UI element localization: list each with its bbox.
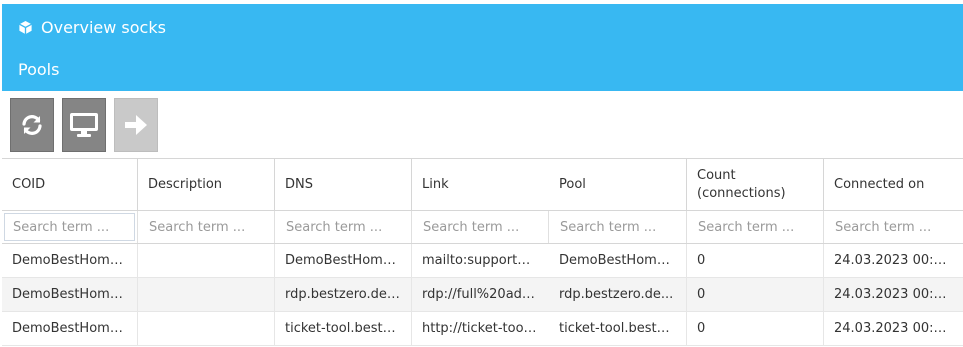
- arrow-right-icon: [123, 112, 149, 138]
- table-header: COID Description DNS Link Pool Count (co…: [2, 159, 963, 211]
- monitor-icon: [69, 112, 99, 138]
- refresh-button[interactable]: [10, 98, 54, 152]
- cell-link[interactable]: rdp://full%20add...: [412, 278, 549, 311]
- page-title: Overview socks: [41, 17, 166, 37]
- column-header-count[interactable]: Count (connections): [687, 159, 824, 210]
- page-header: Overview socks Pools: [2, 4, 963, 91]
- section-title: Pools: [18, 60, 60, 79]
- cell-dns: rdp.bestzero.demo: [275, 278, 412, 311]
- filter-cell-coid: [2, 211, 138, 243]
- remote-desktop-button[interactable]: [62, 98, 106, 152]
- cell-coid: DemoBestHome...: [2, 244, 138, 277]
- forward-button[interactable]: [114, 98, 158, 152]
- cell-connected-on: 24.03.2023 00:05...: [834, 321, 953, 336]
- cell-dns: ticket-tool.bestze...: [275, 312, 412, 345]
- refresh-icon: [19, 112, 45, 138]
- table-row[interactable]: DemoBestHome... rdp.bestzero.demo rdp://…: [2, 278, 963, 312]
- cell-coid: DemoBestHome...: [2, 278, 138, 311]
- column-header-dns[interactable]: DNS: [275, 159, 412, 210]
- cell-description: [138, 278, 275, 311]
- filter-cell-count: [687, 211, 824, 243]
- title-row: Overview socks: [18, 15, 166, 39]
- column-header-coid[interactable]: COID: [2, 159, 138, 210]
- column-header-connected-on[interactable]: Connected on: [824, 159, 963, 210]
- column-header-link[interactable]: Link: [412, 159, 549, 210]
- cell-coid: DemoBestHome...: [2, 312, 138, 345]
- search-input-description[interactable]: [140, 213, 272, 241]
- table-row[interactable]: DemoBestHome... ticket-tool.bestze... ht…: [2, 312, 963, 346]
- search-input-link[interactable]: [414, 213, 546, 241]
- pools-table: COID Description DNS Link Pool Count (co…: [2, 158, 963, 346]
- cell-description: [138, 312, 275, 345]
- filter-cell-connected-on: [824, 211, 963, 243]
- column-header-pool[interactable]: Pool: [549, 159, 687, 210]
- search-input-count[interactable]: [689, 213, 821, 241]
- cube-icon: [18, 20, 33, 35]
- column-header-description[interactable]: Description: [138, 159, 275, 210]
- cell-count: 0: [687, 278, 824, 311]
- cell-link[interactable]: http://ticket-tool....: [412, 312, 549, 345]
- cell-connected-on: 24.03.2023 00:05...: [834, 287, 953, 302]
- cell-pool: ticket-tool.bestze...: [549, 312, 687, 345]
- filter-cell-dns: [275, 211, 412, 243]
- filter-cell-link: [412, 211, 549, 243]
- cell-dns: DemoBestHome....: [275, 244, 412, 277]
- filter-row: [2, 211, 963, 244]
- cell-count: 0: [687, 312, 824, 345]
- filter-cell-description: [138, 211, 275, 243]
- filter-cell-pool: [549, 211, 687, 243]
- cell-connected-on: 24.03.2023 00:05...: [834, 253, 953, 268]
- cell-pool: DemoBestHome....: [549, 244, 687, 277]
- cell-count: 0: [687, 244, 824, 277]
- table-row[interactable]: DemoBestHome... DemoBestHome.... mailto:…: [2, 244, 963, 278]
- cell-description: [138, 244, 275, 277]
- cell-link[interactable]: mailto:support@...: [412, 244, 549, 277]
- search-input-dns[interactable]: [277, 213, 409, 241]
- search-input-connected-on[interactable]: [826, 213, 961, 241]
- search-input-coid[interactable]: [4, 213, 135, 241]
- cell-pool: rdp.bestzero.de...: [549, 278, 687, 311]
- search-input-pool[interactable]: [551, 213, 684, 241]
